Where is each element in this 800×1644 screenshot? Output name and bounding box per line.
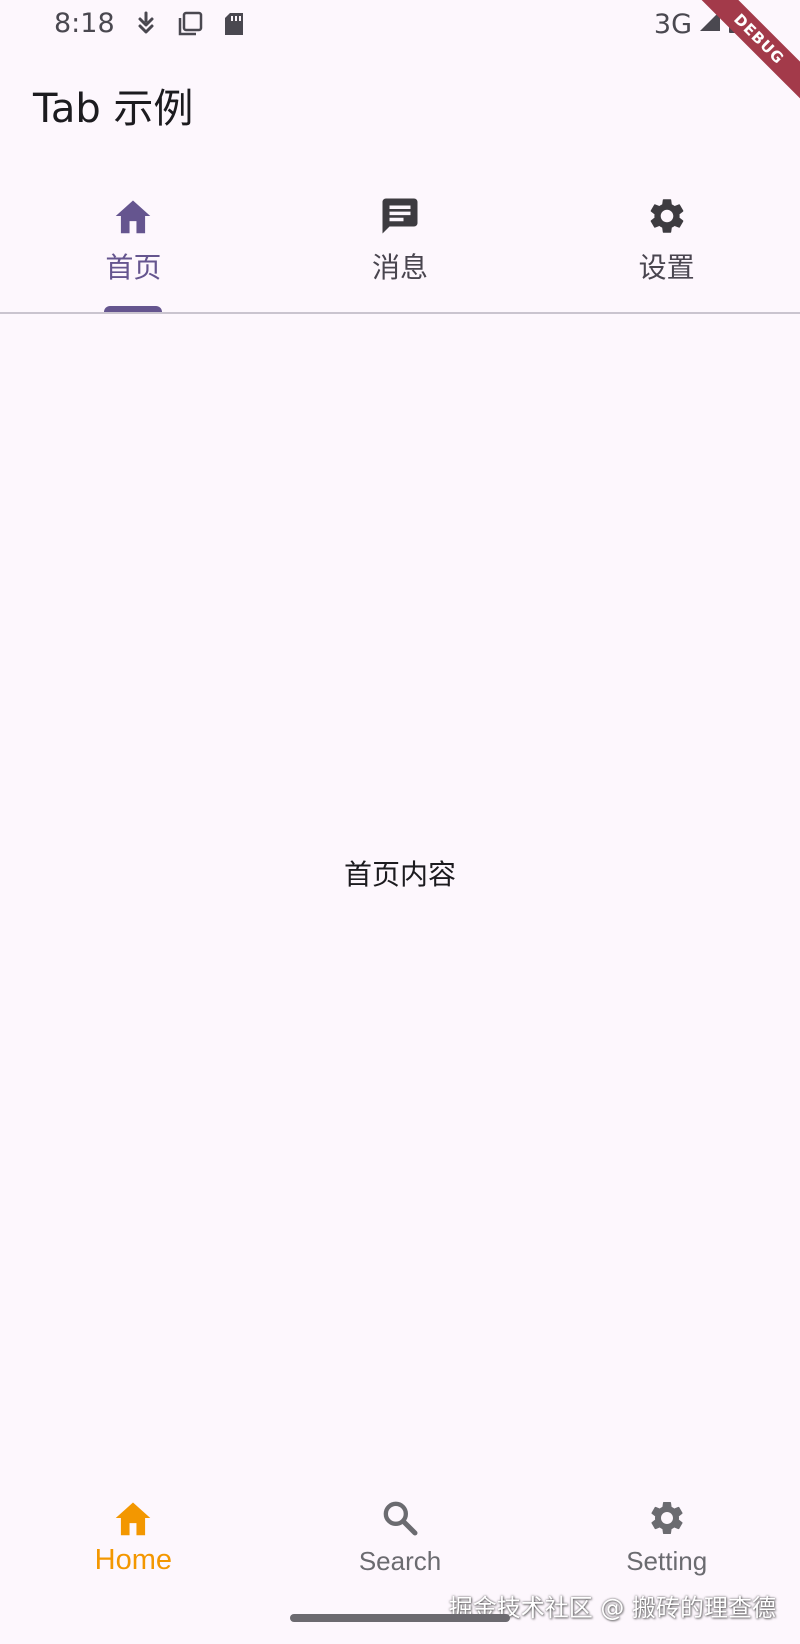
- bottom-navigation: Home Search Setting: [0, 1470, 800, 1600]
- tab-label: 设置: [638, 251, 695, 284]
- message-icon: [378, 194, 422, 238]
- tab-bar: 首页 消息 设置: [0, 180, 800, 314]
- data-saver-icon: [133, 10, 159, 38]
- gear-icon: [645, 1496, 689, 1540]
- status-time: 8:18: [54, 8, 115, 39]
- copy-icon: [177, 10, 203, 38]
- bottom-nav-label: Home: [94, 1544, 173, 1576]
- bottom-nav-setting[interactable]: Setting: [533, 1470, 800, 1600]
- status-bar-left: 8:18: [54, 8, 247, 39]
- tab-label: 首页: [105, 251, 162, 284]
- tab-settings[interactable]: 设置: [533, 180, 800, 312]
- bottom-nav-home[interactable]: Home: [0, 1470, 267, 1600]
- app-bar: Tab 示例: [33, 70, 193, 140]
- sd-card-icon: [221, 10, 247, 38]
- network-type: 3G: [653, 9, 692, 40]
- tab-home[interactable]: 首页: [0, 180, 267, 312]
- status-bar: 8:18 3G: [0, 0, 800, 52]
- tab-label: 消息: [372, 251, 429, 284]
- bottom-nav-search[interactable]: Search: [267, 1470, 534, 1600]
- tab-indicator: [104, 306, 163, 312]
- tab-content: 首页内容: [0, 314, 800, 1464]
- content-text: 首页内容: [343, 858, 456, 891]
- search-icon: [378, 1496, 422, 1540]
- home-icon: [111, 1496, 155, 1540]
- bottom-nav-label: Setting: [626, 1546, 708, 1576]
- home-gesture-bar[interactable]: [290, 1614, 510, 1622]
- home-icon: [111, 194, 155, 238]
- app-title: Tab 示例: [33, 86, 194, 132]
- tab-messages[interactable]: 消息: [267, 180, 534, 312]
- bottom-nav-label: Search: [358, 1546, 442, 1576]
- gear-icon: [645, 194, 689, 238]
